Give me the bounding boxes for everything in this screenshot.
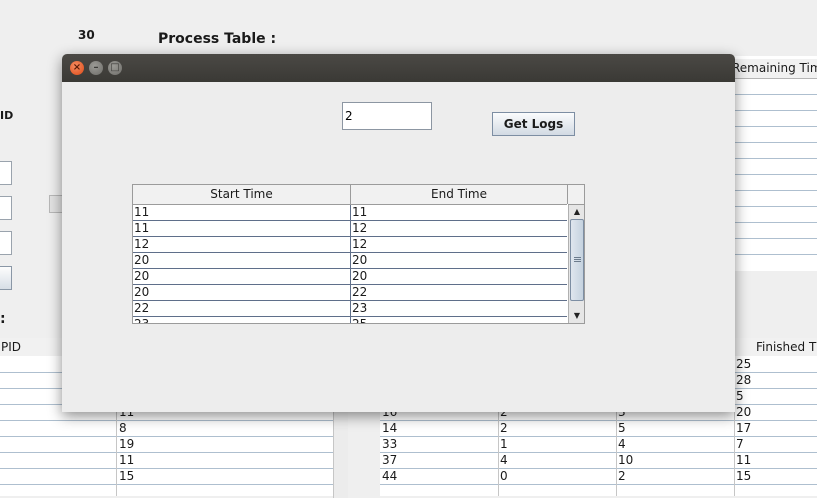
- background-button[interactable]: [0, 266, 12, 290]
- table-row[interactable]: 14 2 5 17: [380, 420, 817, 437]
- start-time-cell: 20: [134, 285, 150, 299]
- minimize-icon[interactable]: –: [89, 61, 103, 75]
- end-time-cell: 22: [350, 285, 567, 300]
- background-field-2[interactable]: [0, 196, 12, 220]
- end-time-cell: 20: [350, 269, 567, 284]
- scroll-down-arrow-icon[interactable]: ▼: [569, 309, 584, 323]
- table-row[interactable]: 12 12: [133, 237, 567, 253]
- process-table-row-line: [730, 190, 817, 191]
- process-table-row-line: [730, 174, 817, 175]
- process-counter: 30: [78, 28, 95, 42]
- process-table-title: Process Table :: [158, 31, 277, 47]
- table-row[interactable]: 11 12: [133, 221, 567, 237]
- process-table-row-line: [730, 126, 817, 127]
- logs-table-scrollbar[interactable]: ▲ ▼: [568, 205, 584, 323]
- table-row[interactable]: 20 20: [133, 253, 567, 269]
- column-header-start-time[interactable]: Start Time: [133, 185, 351, 204]
- process-table-row-line: [730, 254, 817, 255]
- scrollbar-thumb[interactable]: [570, 219, 584, 301]
- end-time-cell: 12: [350, 237, 567, 252]
- end-time-cell: 20: [350, 253, 567, 268]
- logs-table: Start Time End Time 11 11 11 12 12 12 20…: [132, 184, 585, 324]
- scroll-up-arrow-icon[interactable]: ▲: [569, 205, 584, 219]
- queue-table-header-pid: PID: [1, 340, 22, 354]
- table-header-corner: [568, 185, 584, 205]
- column-header-end-time[interactable]: End Time: [351, 185, 568, 204]
- table-row[interactable]: 20 22: [133, 285, 567, 301]
- logs-table-body: 11 11 11 12 12 12 20 20 20 20 20 22 22 2…: [133, 205, 567, 323]
- grip-line: [574, 257, 581, 258]
- dialog-titlebar[interactable]: × – □: [62, 54, 735, 82]
- end-time-cell: 23: [350, 301, 567, 316]
- maximize-icon[interactable]: □: [108, 61, 122, 75]
- table-row[interactable]: 11 11: [133, 205, 567, 221]
- background-field-3[interactable]: [0, 231, 12, 255]
- table-row[interactable]: 44 0 2 15: [380, 468, 817, 485]
- finished-table-header-finished-time: Finished Ti: [756, 340, 817, 354]
- process-table-row-line: [730, 238, 817, 239]
- process-table-row-line: [730, 110, 817, 111]
- table-row[interactable]: 8: [0, 420, 333, 437]
- table-row[interactable]: 22 23: [133, 301, 567, 317]
- section-colon-label: :: [0, 311, 6, 327]
- start-time-cell: 22: [134, 301, 150, 315]
- close-icon[interactable]: ×: [70, 61, 84, 75]
- end-time-cell: 25: [350, 317, 567, 323]
- table-row[interactable]: 15: [0, 468, 333, 485]
- start-time-cell: 23: [133, 317, 350, 323]
- process-table-row-line: [730, 206, 817, 207]
- logs-table-header: Start Time End Time: [133, 185, 568, 205]
- get-logs-button[interactable]: Get Logs: [492, 112, 575, 136]
- end-time-cell: 12: [350, 221, 567, 236]
- end-time-cell: 11: [350, 205, 567, 220]
- start-time-cell: 11: [134, 221, 150, 235]
- table-row[interactable]: 33 1 4 7: [380, 436, 817, 453]
- table-row[interactable]: 23 25: [133, 317, 567, 323]
- process-table-header-remaining-time: Remaining Time: [730, 59, 817, 79]
- process-table-row-line: [730, 222, 817, 223]
- start-time-cell: 20: [134, 269, 150, 283]
- start-time-cell: 12: [134, 237, 150, 251]
- background-field-1[interactable]: [0, 161, 12, 185]
- start-time-cell: 11: [134, 205, 150, 219]
- start-time-cell: 20: [134, 253, 150, 267]
- process-table-row-line: [730, 158, 817, 159]
- process-table-row-line: [730, 142, 817, 143]
- table-row[interactable]: 37 4 10 11: [380, 452, 817, 469]
- logs-dialog: × – □ Get Logs Start Time End Time 11 11…: [62, 54, 735, 412]
- pid-side-label: ID: [0, 109, 14, 122]
- table-row[interactable]: 19: [0, 436, 333, 453]
- grip-line: [574, 261, 581, 262]
- table-row[interactable]: 11: [0, 452, 333, 469]
- grip-line: [574, 259, 581, 260]
- table-row[interactable]: 20 20: [133, 269, 567, 285]
- process-table-row-line: [730, 94, 817, 95]
- pid-input[interactable]: [342, 102, 432, 130]
